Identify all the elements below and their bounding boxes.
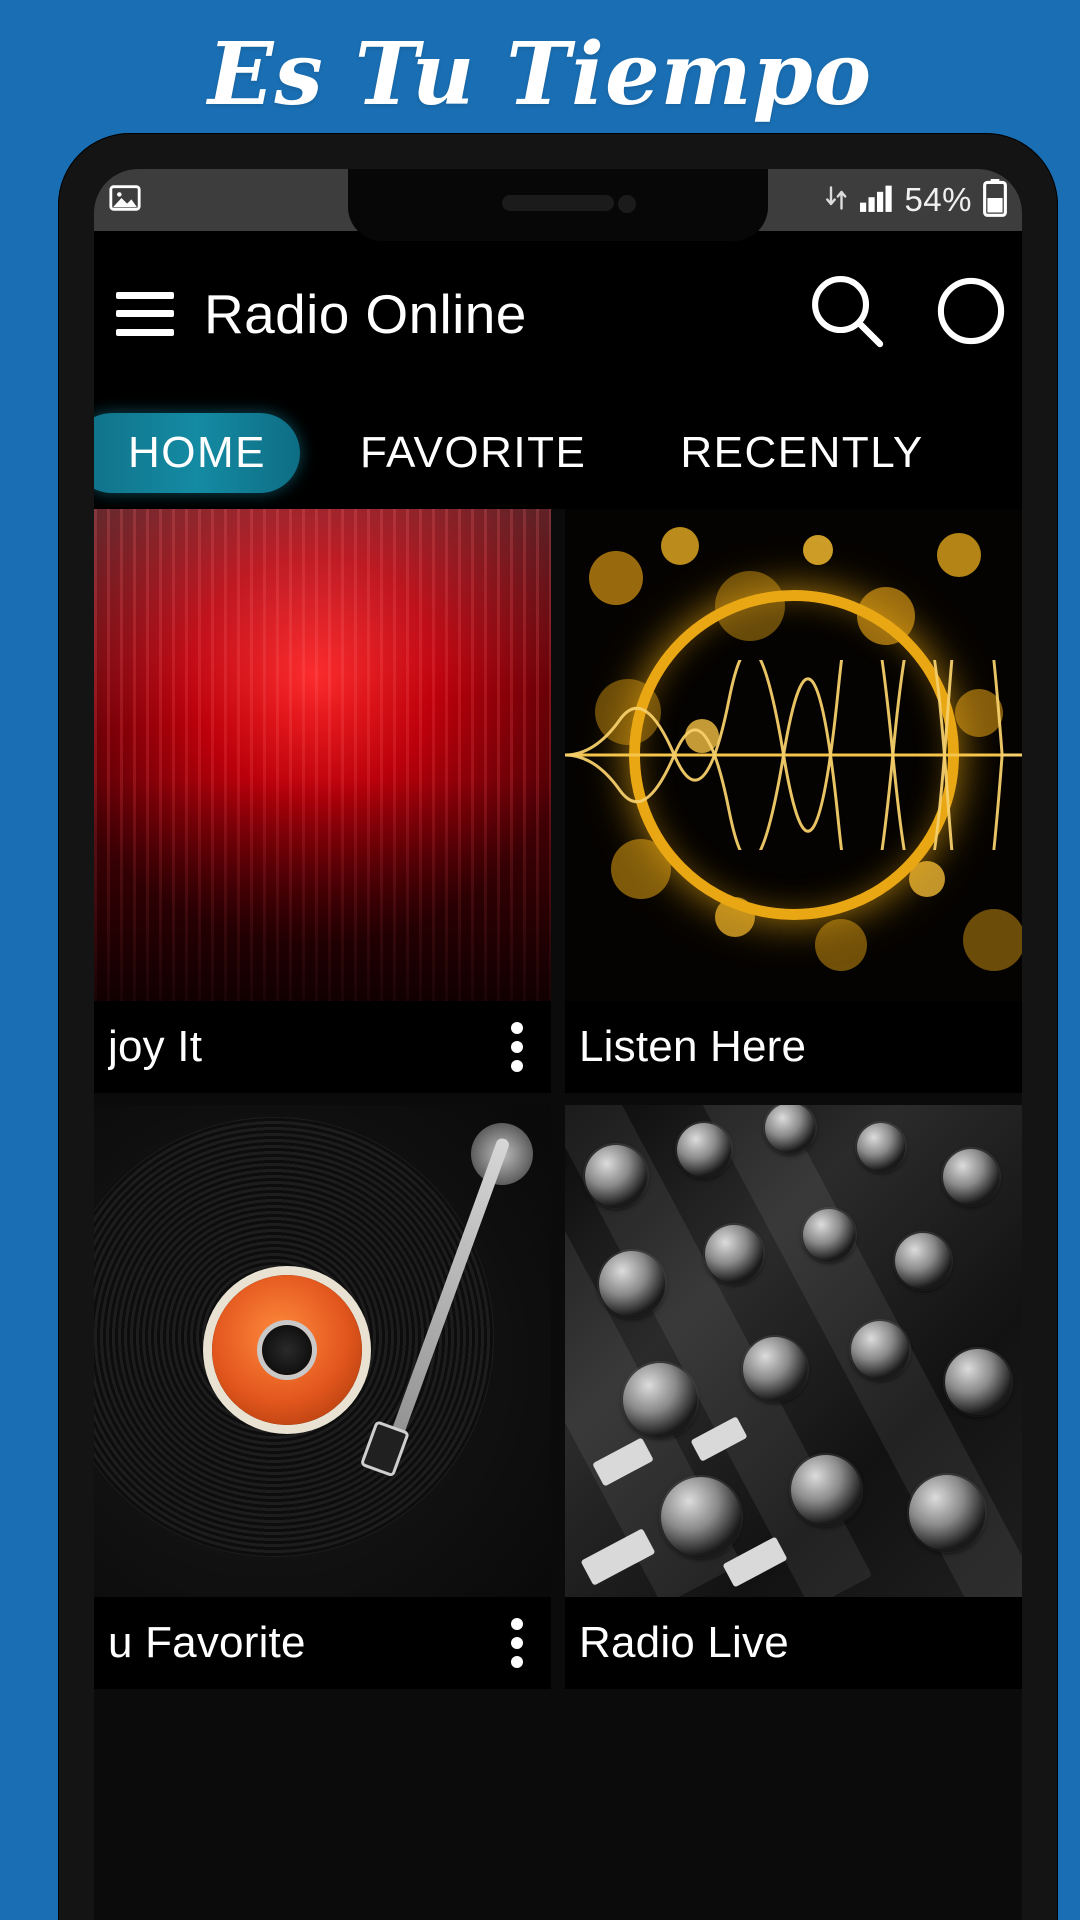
waveform-graphic: [565, 660, 1022, 850]
phone-notch: [348, 169, 768, 241]
phone-screen: 54% Radio Online HOME FAVORITE RECENTLY …: [94, 169, 1022, 1920]
station-card-footer: joy It: [94, 1001, 551, 1093]
data-transfer-icon: [824, 183, 850, 218]
earpiece-speaker: [502, 195, 614, 211]
station-grid[interactable]: joy It Listen Here u Favorite Radio Live: [94, 509, 1022, 1920]
status-bar: 54%: [94, 169, 1022, 241]
tab-favorite[interactable]: FAVORITE: [300, 413, 620, 493]
phone-mockup: 54% Radio Online HOME FAVORITE RECENTLY …: [58, 133, 1058, 1920]
station-title: Radio Live: [579, 1618, 789, 1667]
battery-icon: [982, 178, 1008, 222]
app-bar: Radio Online: [94, 231, 1022, 396]
station-artwork-gold-bokeh: [565, 509, 1022, 1001]
app-bar-actions: [804, 268, 1022, 359]
image-icon: [108, 181, 142, 220]
station-artwork-vinyl-turntable: [94, 1105, 551, 1597]
station-card[interactable]: u Favorite: [94, 1105, 551, 1689]
station-card[interactable]: Listen Here: [565, 509, 1022, 1093]
more-options-icon[interactable]: [501, 1614, 533, 1672]
station-title: u Favorite: [108, 1618, 306, 1667]
tab-recently[interactable]: RECENTLY: [620, 413, 957, 493]
app-title: Radio Online: [204, 282, 527, 345]
tab-home[interactable]: HOME: [94, 412, 300, 493]
front-camera-icon: [618, 195, 636, 213]
refresh-icon[interactable]: [928, 268, 1014, 359]
battery-percent-label: 54%: [904, 181, 972, 218]
vinyl-spindle-shape: [262, 1325, 312, 1375]
station-card[interactable]: joy It: [94, 509, 551, 1093]
station-title: Listen Here: [579, 1022, 807, 1071]
more-options-icon[interactable]: [501, 1018, 533, 1076]
search-icon[interactable]: [804, 268, 890, 359]
tab-bar: HOME FAVORITE RECENTLY: [94, 396, 1022, 509]
station-title: joy It: [108, 1022, 203, 1071]
signal-bars-icon: [860, 183, 894, 218]
station-artwork-dj-mixer: [565, 1105, 1022, 1597]
station-card-footer: Radio Live: [565, 1597, 1022, 1689]
station-card-footer: Listen Here: [565, 1001, 1022, 1093]
status-bar-left: [108, 169, 142, 231]
station-artwork-red-equalizer: [94, 509, 551, 1001]
station-card-footer: u Favorite: [94, 1597, 551, 1689]
page-title: Es Tu Tiempo: [207, 24, 873, 125]
station-card[interactable]: Radio Live: [565, 1105, 1022, 1689]
status-bar-right: 54%: [824, 169, 1008, 231]
hamburger-menu-icon[interactable]: [116, 291, 174, 336]
